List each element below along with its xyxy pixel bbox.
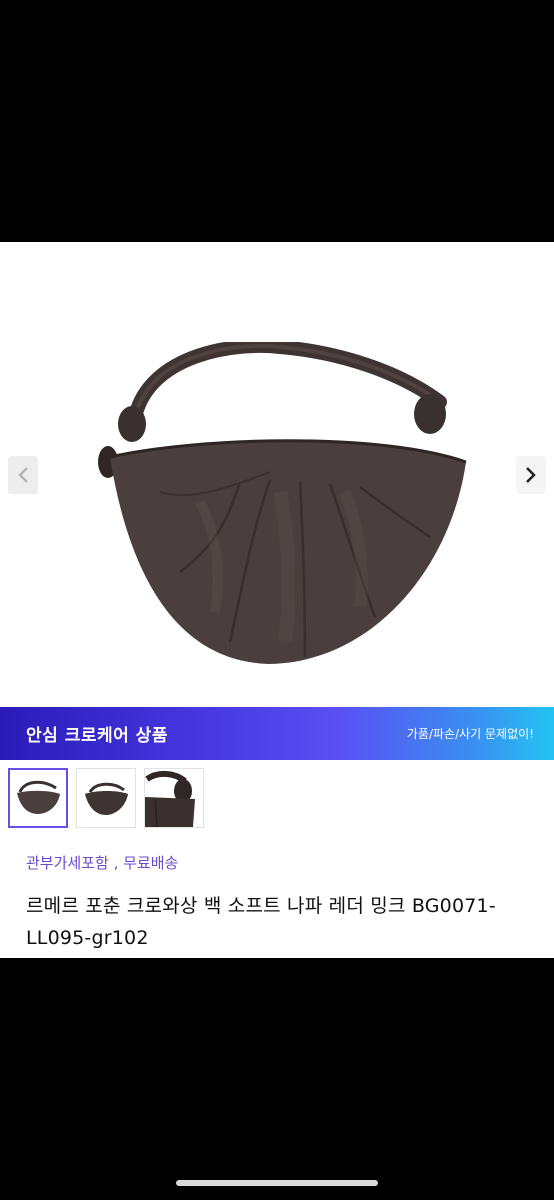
thumbnail-bag-image [17, 780, 60, 814]
product-card: 안심 크로케어 상품 가품/파손/사기 문제없이! 관부가세포함 , 무료배송 … [0, 242, 554, 958]
product-image-carousel[interactable] [0, 242, 554, 707]
top-black-area [0, 0, 554, 242]
thumbnail-strip [8, 768, 204, 828]
home-indicator[interactable] [176, 1180, 378, 1186]
banner-subtitle: 가품/파손/사기 문제없이! [406, 727, 534, 741]
thumbnail-1[interactable] [8, 768, 68, 828]
carousel-next-button[interactable] [516, 456, 546, 494]
thumbnail-bag-image [85, 782, 128, 815]
product-image [98, 342, 467, 664]
thumbnail-bag-closeup-image [145, 769, 203, 827]
thumbnail-2[interactable] [76, 768, 136, 828]
chevron-left-icon [18, 467, 28, 483]
carousel-prev-button[interactable] [8, 456, 38, 494]
banner-title: 안심 크로케어 상품 [26, 726, 168, 746]
crocare-banner[interactable]: 안심 크로케어 상품 가품/파손/사기 문제없이! [0, 707, 554, 760]
product-title: 르메르 포춘 크로와상 백 소프트 나파 레더 밍크 BG0071-LL095-… [26, 895, 496, 949]
shipping-badges: 관부가세포함 , 무료배송 [26, 854, 179, 872]
thumbnail-3[interactable] [144, 768, 204, 828]
chevron-right-icon [526, 467, 536, 483]
